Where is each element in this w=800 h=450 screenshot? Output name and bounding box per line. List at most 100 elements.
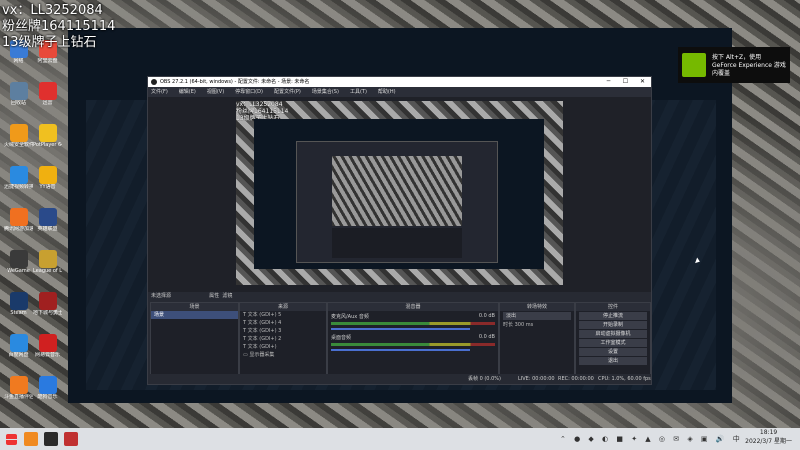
desktop-app-icon — [9, 292, 28, 310]
obs-window-title: OBS 27.2.1 (64-bit, windows) - 配置文件: 未命名… — [160, 79, 310, 85]
desktop-icon-label: 斗鱼直播伴侣 — [4, 394, 33, 400]
desktop-app-icon — [38, 82, 57, 100]
source-item-label: 文本 (GDI+) 5 — [247, 312, 282, 318]
menu-item[interactable]: 配置文件(P) — [274, 87, 301, 97]
live-timer: LIVE: 00:00:00 — [518, 376, 555, 382]
desktop-icon[interactable]: 斗鱼直播伴侣 — [4, 376, 33, 414]
mixer-channel-desktop[interactable]: 桌面音频 0.0 dB — [328, 332, 498, 353]
desktop-icon[interactable]: Steam — [4, 292, 33, 330]
desktop-icon[interactable]: League of Legends — [33, 250, 62, 288]
scene-item[interactable]: 场景 — [151, 311, 238, 319]
mixer-channel-mic[interactable]: 麦克风/Aux 音频 0.0 dB — [328, 311, 498, 332]
ime-indicator[interactable]: 中 — [733, 435, 743, 443]
windows-taskbar: ⌃ ● ◆ ◐ ■ ✦ ▲ ◎ ✉ ◈ ▣ 🔊 中 18:19 2022/3/7… — [0, 428, 800, 450]
transition-type-select[interactable]: 淡出 — [503, 312, 571, 320]
mic-volume-slider[interactable] — [331, 328, 471, 330]
desktop-icon[interactable]: YY语音 — [33, 166, 62, 204]
nvidia-notification: 按下 Alt+Z，使用 GeForce Experience 游戏内覆盖 — [678, 47, 790, 83]
desktop-icon-label: YY语音 — [39, 184, 56, 190]
desktop-app-icon — [9, 82, 28, 100]
desktop-icon[interactable]: 英雄联盟 — [33, 208, 62, 246]
source-item-label: 文本 (GDI+) 2 — [247, 336, 282, 342]
desktop-icon[interactable]: 火绒安全软件 — [4, 124, 33, 162]
desktop-icon[interactable]: 酷狗音乐 — [33, 376, 62, 414]
desktop-app-icon — [9, 250, 28, 268]
obs-preview-area[interactable]: vx：LL3252084 粉丝牌164115114 13级牌子上钻石 — [148, 97, 651, 292]
obs-window[interactable]: OBS 27.2.1 (64-bit, windows) - 配置文件: 未命名… — [147, 76, 652, 385]
clock-date: 2022/3/7 星期一 — [745, 438, 792, 445]
desktop-icon-label: 回收站 — [10, 100, 26, 106]
desktop-icon[interactable]: 网易云音乐 — [33, 334, 62, 372]
obs-titlebar[interactable]: OBS 27.2.1 (64-bit, windows) - 配置文件: 未命名… — [148, 77, 651, 87]
source-item[interactable]: T 文本 (GDI+) 5 — [240, 311, 326, 319]
rec-timer: REC: 00:00:00 — [558, 376, 594, 382]
menu-item[interactable]: 视图(V) — [207, 87, 224, 97]
source-item[interactable]: ▭ 显示器采集 — [240, 351, 326, 359]
desktop-icon-label: 英雄联盟 — [37, 226, 58, 232]
control-button[interactable]: 退出 — [579, 357, 647, 365]
mixer-dock-header: 混音器 — [328, 303, 498, 311]
taskbar-app-douyu-icon[interactable] — [24, 432, 38, 446]
mic-channel-db: 0.0 dB — [478, 313, 495, 319]
desktop-app-icon — [38, 292, 57, 310]
desktop-app-icon — [38, 250, 57, 268]
control-button[interactable]: 启动虚拟摄像机 — [579, 330, 647, 338]
source-item[interactable]: T 文本 (GDI+) 2 — [240, 335, 326, 343]
taskbar-app-netease-icon[interactable] — [64, 432, 78, 446]
tab-filters[interactable]: 滤镜 — [222, 293, 232, 299]
close-button[interactable]: ✕ — [634, 77, 651, 87]
menu-item[interactable]: 帮助(H) — [378, 87, 396, 97]
mic-channel-name: 麦克风/Aux 音频 — [331, 314, 369, 320]
desktop-icon[interactable]: 回收站 — [4, 82, 33, 120]
taskbar-clock[interactable]: 18:19 2022/3/7 星期一 — [745, 428, 792, 446]
overlay-line-1: vx：LL3252084 — [2, 3, 103, 18]
source-item[interactable]: T 文本 (GDI+) — [240, 343, 326, 351]
system-tray[interactable]: ⌃ ● ◆ ◐ ■ ✦ ▲ ◎ ✉ ◈ ▣ 🔊 中 — [560, 434, 743, 444]
transitions-dock-header: 转场特效 — [500, 303, 574, 311]
control-button[interactable]: 设置 — [579, 348, 647, 356]
duration-label: 时长 — [503, 322, 514, 328]
menu-item[interactable]: 场景集合(S) — [312, 87, 339, 97]
obs-statusbar: 丢帧 0 (0.0%) LIVE: 00:00:00 REC: 00:00:00… — [148, 374, 651, 384]
control-button[interactable]: 开始录制 — [579, 321, 647, 329]
desktop-icon[interactable]: 迅雷 — [33, 82, 62, 120]
scenes-dock: 场景 场景 +−∧∨ — [150, 302, 239, 384]
menu-item[interactable]: 文件(F) — [151, 87, 168, 97]
desktop-app-icon — [38, 166, 57, 184]
desktop-icon-label: 迅雷 — [42, 100, 53, 106]
nested-obs-window — [296, 141, 498, 263]
tab-properties[interactable]: 属性 — [209, 293, 219, 299]
menu-item[interactable]: 工具(T) — [350, 87, 367, 97]
desktop-app-icon — [38, 208, 57, 226]
start-button-icon[interactable] — [6, 434, 17, 445]
taskbar-app-obs-icon[interactable] — [44, 432, 58, 446]
maximize-button[interactable]: ☐ — [617, 77, 634, 87]
desktop-icon-label: 网易云音乐 — [34, 352, 60, 358]
overlay-line-3: 13级牌子上钻石 — [2, 35, 97, 50]
desktop-volume-slider[interactable] — [331, 349, 471, 351]
desktop-icon-label: 酷狗音乐 — [37, 394, 58, 400]
nvidia-logo-icon — [682, 53, 706, 77]
desktop-icon[interactable]: 迅捷视频转换 — [4, 166, 33, 204]
desktop-channel-db: 0.0 dB — [478, 334, 495, 340]
source-item-label: 文本 (GDI+) 4 — [247, 320, 282, 326]
desktop-icon[interactable]: PotPlayer 64 — [33, 124, 62, 162]
menu-item[interactable]: 编辑(E) — [179, 87, 196, 97]
minimize-button[interactable]: ─ — [600, 77, 617, 87]
duration-input[interactable]: 300 ms — [515, 322, 534, 328]
desktop-icon[interactable]: 百度网盘 — [4, 334, 33, 372]
desktop-app-icon — [9, 376, 28, 394]
source-item[interactable]: T 文本 (GDI+) 3 — [240, 327, 326, 335]
source-toolbar-tabs: 未选择源 属性 滤镜 — [148, 292, 232, 301]
menu-item[interactable]: 停靠窗口(D) — [235, 87, 263, 97]
desktop-icon-label: 网络 — [13, 58, 24, 64]
desktop-icon[interactable]: 腾讯网游加速 — [4, 208, 33, 246]
control-button[interactable]: 停止推流 — [579, 312, 647, 320]
dropped-frames: 丢帧 0 (0.0%) — [468, 376, 501, 382]
desktop-icon[interactable]: 地下城与勇士 — [33, 292, 62, 330]
desktop-icon-label: Steam — [10, 310, 27, 316]
desktop-icon[interactable]: WeGame — [4, 250, 33, 288]
source-item[interactable]: T 文本 (GDI+) 4 — [240, 319, 326, 327]
control-button[interactable]: 工作室模式 — [579, 339, 647, 347]
desktop-app-icon — [9, 334, 28, 352]
